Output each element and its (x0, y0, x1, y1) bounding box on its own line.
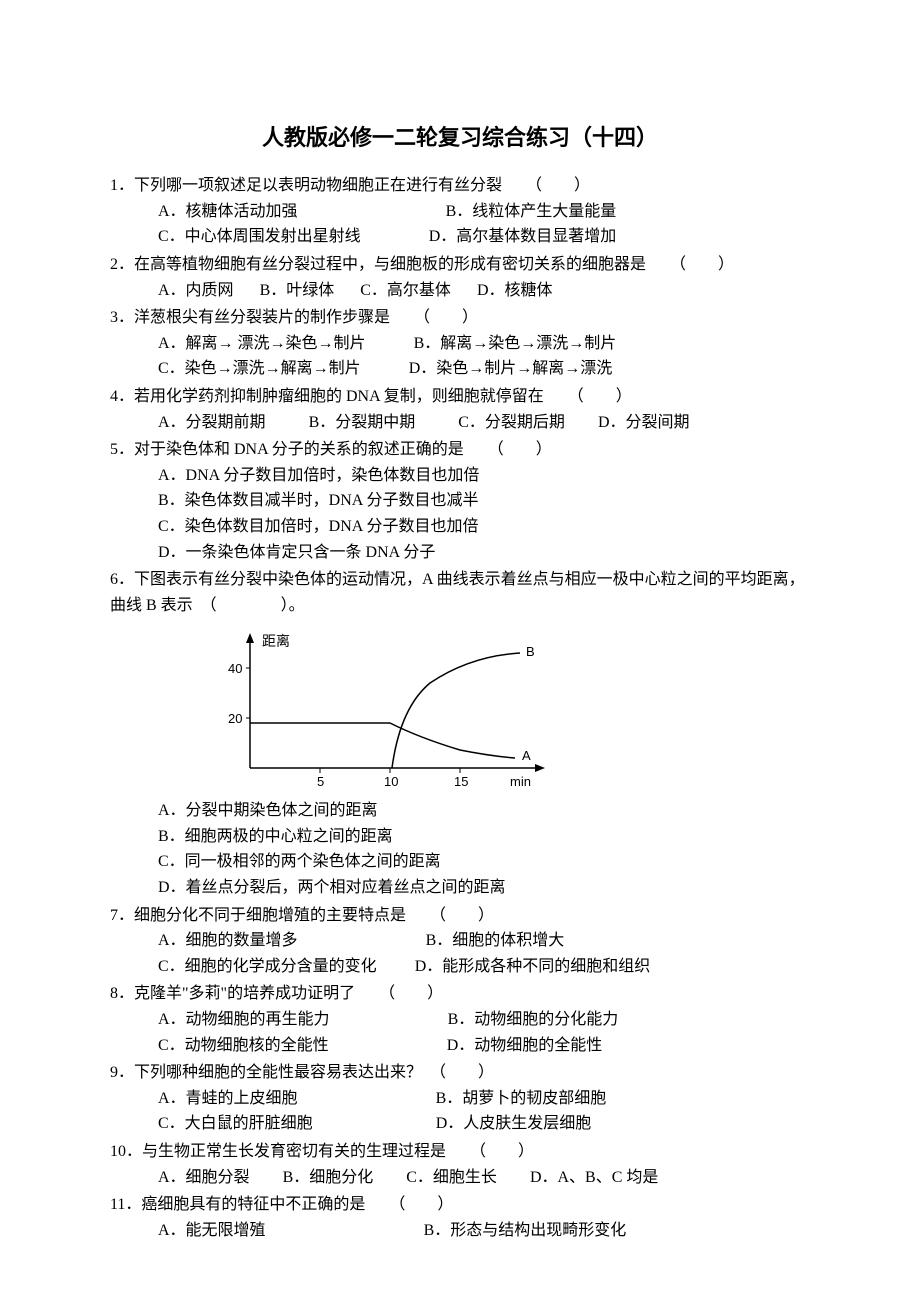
q8-opt-d: D．动物细胞的全能性 (447, 1037, 603, 1054)
q2-opt-b: B．叶绿体 (260, 282, 335, 299)
q1-opt-a: A．核糖体活动加强 (158, 203, 298, 220)
q5-stem: 5．对于染色体和 DNA 分子的关系的叙述正确的是 （ ） (110, 437, 810, 463)
q5-opt-a: A．DNA 分子数目加倍时，染色体数目也加倍 (158, 463, 810, 489)
x-axis-label: min (510, 774, 531, 789)
series-a-label: A (522, 748, 531, 763)
q4-opt-c: C．分裂期后期 (458, 414, 565, 431)
q8-opt-a: A．动物细胞的再生能力 (158, 1011, 330, 1028)
q5-opt-d: D．一条染色体肯定只含一条 DNA 分子 (158, 540, 810, 566)
q7-opt-a: A．细胞的数量增多 (158, 932, 298, 949)
q11-stem: 11．癌细胞具有的特征中不正确的是 （ ） (110, 1192, 810, 1218)
question-9: 9．下列哪种细胞的全能性最容易表达出来？ （ ） A．青蛙的上皮细胞 B．胡萝卜… (110, 1060, 810, 1137)
question-1: 1．下列哪一项叙述足以表明动物细胞正在进行有丝分裂 （ ） A．核糖体活动加强 … (110, 173, 810, 250)
q2-stem: 2．在高等植物细胞有丝分裂过程中，与细胞板的形成有密切关系的细胞器是 （ ） (110, 252, 810, 278)
chart-svg: 20 40 距离 5 10 15 min A B (200, 628, 560, 798)
q5-opt-b: B．染色体数目减半时，DNA 分子数目也减半 (158, 488, 810, 514)
q6-chart: 20 40 距离 5 10 15 min A B (110, 618, 810, 798)
xtick-5: 5 (317, 774, 324, 789)
question-7: 7．细胞分化不同于细胞增殖的主要特点是 （ ） A．细胞的数量增多 B．细胞的体… (110, 903, 810, 980)
ytick-20: 20 (228, 711, 242, 726)
q7-opt-d: D．能形成各种不同的细胞和组织 (415, 958, 651, 975)
q1-opt-b: B．线粒体产生大量能量 (446, 203, 617, 220)
q2-opt-c: C．高尔基体 (360, 282, 451, 299)
q10-opt-d: D．A、B、C 均是 (530, 1169, 658, 1186)
q8-opt-c: C．动物细胞核的全能性 (158, 1037, 329, 1054)
q3-opt-c: C．染色→漂洗→解离→制片 (158, 360, 361, 377)
q4-opt-a: A．分裂期前期 (158, 414, 266, 431)
q9-opt-a: A．青蛙的上皮细胞 (158, 1090, 298, 1107)
q9-stem: 9．下列哪种细胞的全能性最容易表达出来？ （ ） (110, 1060, 810, 1086)
q10-opt-b: B．细胞分化 (283, 1169, 374, 1186)
q10-opt-c: C．细胞生长 (406, 1169, 497, 1186)
q9-opt-b: B．胡萝卜的韧皮部细胞 (436, 1090, 607, 1107)
q7-opt-c: C．细胞的化学成分含量的变化 (158, 958, 377, 975)
q1-row2: C．中心体周围发射出星射线 D．高尔基体数目显著增加 (158, 224, 810, 250)
q2-opt-d: D．核糖体 (477, 282, 553, 299)
q3-opt-a: A．解离→ 漂洗→染色→制片 (158, 335, 366, 352)
q9-opt-d: D．人皮肤生发层细胞 (436, 1115, 592, 1132)
q6-stem: 6．下图表示有丝分裂中染色体的运动情况，A 曲线表示着丝点与相应一极中心粒之间的… (110, 567, 810, 618)
q10-opt-a: A．细胞分裂 (158, 1169, 250, 1186)
question-5: 5．对于染色体和 DNA 分子的关系的叙述正确的是 （ ） A．DNA 分子数目… (110, 437, 810, 565)
page-title: 人教版必修一二轮复习综合练习（十四） (110, 120, 810, 155)
q6-opt-c: C．同一极相邻的两个染色体之间的距离 (158, 849, 810, 875)
q7-stem: 7．细胞分化不同于细胞增殖的主要特点是 （ ） (110, 903, 810, 929)
question-3: 3．洋葱根尖有丝分裂装片的制作步骤是 （ ） A．解离→ 漂洗→染色→制片 B．… (110, 305, 810, 382)
q3-stem: 3．洋葱根尖有丝分裂装片的制作步骤是 （ ） (110, 305, 810, 331)
question-4: 4．若用化学药剂抑制肿瘤细胞的 DNA 复制，则细胞就停留在 （ ） A．分裂期… (110, 384, 810, 435)
ytick-40: 40 (228, 661, 242, 676)
xtick-10: 10 (384, 774, 398, 789)
xtick-15: 15 (454, 774, 468, 789)
q10-stem: 10．与生物正常生长发育密切有关的生理过程是 （ ） (110, 1139, 810, 1165)
q6-opt-b: B．细胞两极的中心粒之间的距离 (158, 824, 810, 850)
q1-stem: 1．下列哪一项叙述足以表明动物细胞正在进行有丝分裂 （ ） (110, 173, 810, 199)
q6-opt-d: D．着丝点分裂后，两个相对应着丝点之间的距离 (158, 875, 810, 901)
q9-opt-c: C．大白鼠的肝脏细胞 (158, 1115, 313, 1132)
q11-opt-a: A．能无限增殖 (158, 1222, 266, 1239)
series-b-label: B (526, 644, 535, 659)
q4-opt-b: B．分裂期中期 (309, 414, 416, 431)
q1-row1: A．核糖体活动加强 B．线粒体产生大量能量 (158, 199, 810, 225)
question-11: 11．癌细胞具有的特征中不正确的是 （ ） A．能无限增殖 B．形态与结构出现畸… (110, 1192, 810, 1243)
question-8: 8．克隆羊"多莉"的培养成功证明了 （ ） A．动物细胞的再生能力 B．动物细胞… (110, 981, 810, 1058)
q2-opt-a: A．内质网 (158, 282, 234, 299)
q3-opt-d: D．染色→制片→解离→漂洗 (409, 360, 613, 377)
q4-opt-d: D．分裂间期 (598, 414, 690, 431)
q8-stem: 8．克隆羊"多莉"的培养成功证明了 （ ） (110, 981, 810, 1007)
q1-opt-d: D．高尔基体数目显著增加 (429, 228, 617, 245)
q7-opt-b: B．细胞的体积增大 (426, 932, 565, 949)
q11-opt-b: B．形态与结构出现畸形变化 (424, 1222, 627, 1239)
q1-opt-c: C．中心体周围发射出星射线 (158, 228, 361, 245)
question-10: 10．与生物正常生长发育密切有关的生理过程是 （ ） A．细胞分裂 B．细胞分化… (110, 1139, 810, 1190)
q4-stem: 4．若用化学药剂抑制肿瘤细胞的 DNA 复制，则细胞就停留在 （ ） (110, 384, 810, 410)
question-2: 2．在高等植物细胞有丝分裂过程中，与细胞板的形成有密切关系的细胞器是 （ ） A… (110, 252, 810, 303)
y-axis-label: 距离 (262, 633, 290, 650)
q3-opt-b: B．解离→染色→漂洗→制片 (414, 335, 617, 352)
q6-opt-a: A．分裂中期染色体之间的距离 (158, 798, 810, 824)
q5-opt-c: C．染色体数目加倍时，DNA 分子数目也加倍 (158, 514, 810, 540)
question-6: 6．下图表示有丝分裂中染色体的运动情况，A 曲线表示着丝点与相应一极中心粒之间的… (110, 567, 810, 901)
q8-opt-b: B．动物细胞的分化能力 (448, 1011, 619, 1028)
